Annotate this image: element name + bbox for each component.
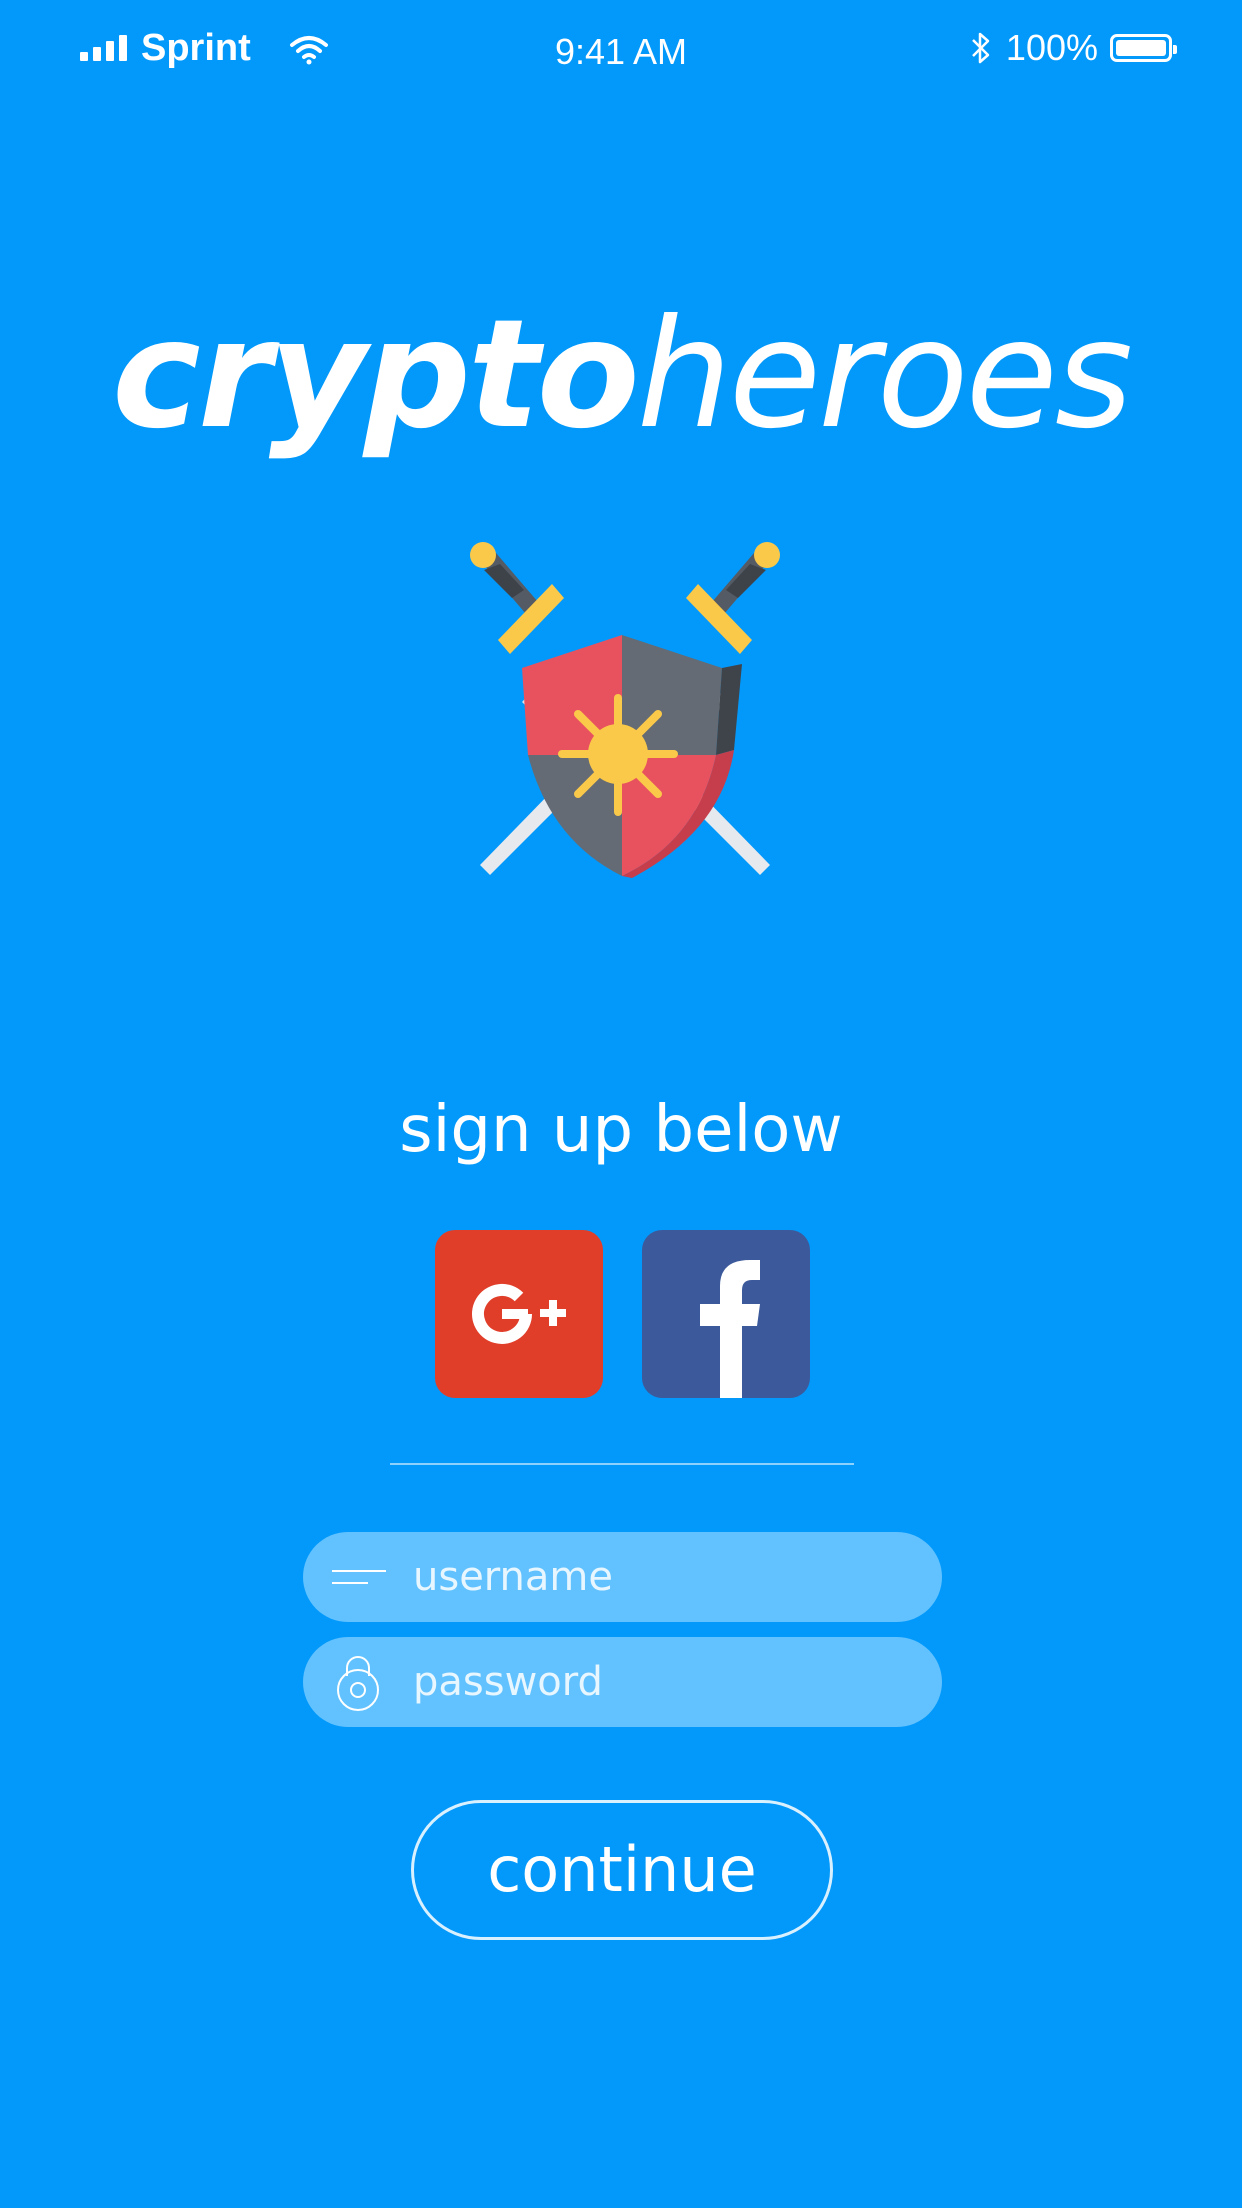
battery-percent: 100% (1005, 27, 1098, 68)
logo-heroes: heroes (636, 288, 1133, 462)
bluetooth-icon (972, 32, 990, 64)
google-signup-button[interactable] (435, 1230, 603, 1398)
status-right: 100% (970, 24, 1177, 72)
shield-swords-icon (470, 542, 780, 878)
password-input[interactable] (413, 1659, 942, 1705)
logo-crypto: crypto (111, 288, 640, 462)
continue-button[interactable]: continue (411, 1800, 833, 1940)
user-lines-icon (303, 1565, 413, 1589)
username-field[interactable] (303, 1532, 942, 1622)
signup-heading: sign up below (399, 1093, 843, 1167)
password-field[interactable] (303, 1637, 942, 1727)
lock-icon (303, 1652, 413, 1712)
facebook-icon (700, 1260, 760, 1398)
facebook-signup-button[interactable] (642, 1230, 810, 1398)
status-bar: Sprint 9:41 AM 100% (0, 0, 1242, 100)
username-input[interactable] (413, 1554, 942, 1600)
app-logo: cryptoheroes (0, 285, 1242, 465)
divider (390, 1463, 854, 1465)
battery-icon (1110, 34, 1177, 62)
google-plus-icon (472, 1283, 566, 1344)
